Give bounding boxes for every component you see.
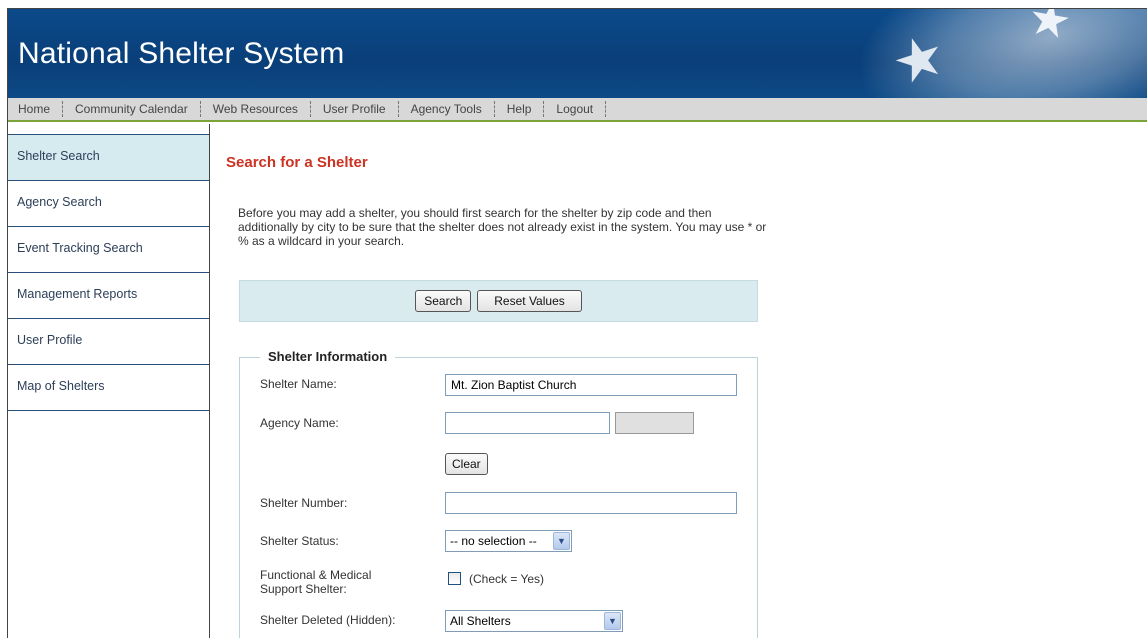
sidebar-item-shelter-search[interactable]: Shelter Search [8, 135, 209, 181]
functional-medical-label-line2: Support Shelter: [260, 582, 347, 596]
shelter-status-label: Shelter Status: [260, 534, 339, 548]
intro-text: Before you may add a shelter, you should… [238, 206, 767, 248]
site-title: National Shelter System [18, 37, 345, 70]
shelter-number-input[interactable] [445, 492, 737, 514]
nav-community-calendar[interactable]: Community Calendar [63, 101, 201, 117]
sidebar: Shelter Search Agency Search Event Track… [8, 124, 210, 638]
shelter-deleted-selected-value: All Shelters [450, 614, 511, 628]
functional-medical-label: Functional & Medical Support Shelter: [260, 568, 371, 596]
page-title: Search for a Shelter [226, 154, 368, 171]
star-icon: ★ [1023, 9, 1076, 51]
sidebar-item-map-of-shelters[interactable]: Map of Shelters [8, 365, 209, 411]
sidebar-spacer [8, 124, 209, 135]
top-navigation: Home Community Calendar Web Resources Us… [8, 98, 1147, 122]
nav-help[interactable]: Help [495, 101, 545, 117]
shelter-deleted-select[interactable]: All Shelters ▼ [445, 610, 623, 632]
shelter-name-label: Shelter Name: [260, 377, 337, 391]
search-button-bar: Search Reset Values [239, 280, 758, 322]
nav-agency-tools[interactable]: Agency Tools [399, 101, 495, 117]
sidebar-item-management-reports[interactable]: Management Reports [8, 273, 209, 319]
search-button[interactable]: Search [415, 290, 472, 312]
reset-values-button[interactable]: Reset Values [477, 290, 582, 312]
header-banner: ★ ★ National Shelter System [8, 9, 1147, 98]
sidebar-item-agency-search[interactable]: Agency Search [8, 181, 209, 227]
shelter-number-label: Shelter Number: [260, 496, 348, 510]
chevron-down-icon[interactable]: ▼ [604, 612, 621, 630]
functional-medical-checkbox-label: (Check = Yes) [469, 572, 545, 586]
shelter-status-selected-value: -- no selection -- [450, 534, 537, 548]
page-frame: ★ ★ National Shelter System Home Communi… [7, 8, 1147, 638]
sidebar-item-user-profile[interactable]: User Profile [8, 319, 209, 365]
nav-user-profile[interactable]: User Profile [311, 101, 399, 117]
fieldset-legend: Shelter Information [260, 349, 396, 364]
nav-home[interactable]: Home [8, 101, 64, 117]
shelter-name-input[interactable]: Mt. Zion Baptist Church [445, 374, 737, 396]
agency-code-field [615, 412, 694, 434]
shelter-deleted-label: Shelter Deleted (Hidden): [260, 613, 396, 627]
sidebar-item-event-tracking-search[interactable]: Event Tracking Search [8, 227, 209, 273]
shelter-status-select[interactable]: -- no selection -- ▼ [445, 530, 572, 552]
clear-agency-button[interactable]: Clear [445, 453, 488, 475]
chevron-down-icon[interactable]: ▼ [553, 532, 570, 550]
agency-name-input[interactable] [445, 412, 610, 434]
nav-web-resources[interactable]: Web Resources [201, 101, 311, 117]
shelter-information-fieldset: Shelter Information Shelter Name: Mt. Zi… [239, 349, 758, 638]
nav-logout[interactable]: Logout [544, 101, 607, 117]
functional-medical-checkbox[interactable] [448, 572, 461, 585]
functional-medical-label-line1: Functional & Medical [260, 568, 372, 582]
agency-name-label: Agency Name: [260, 416, 339, 430]
